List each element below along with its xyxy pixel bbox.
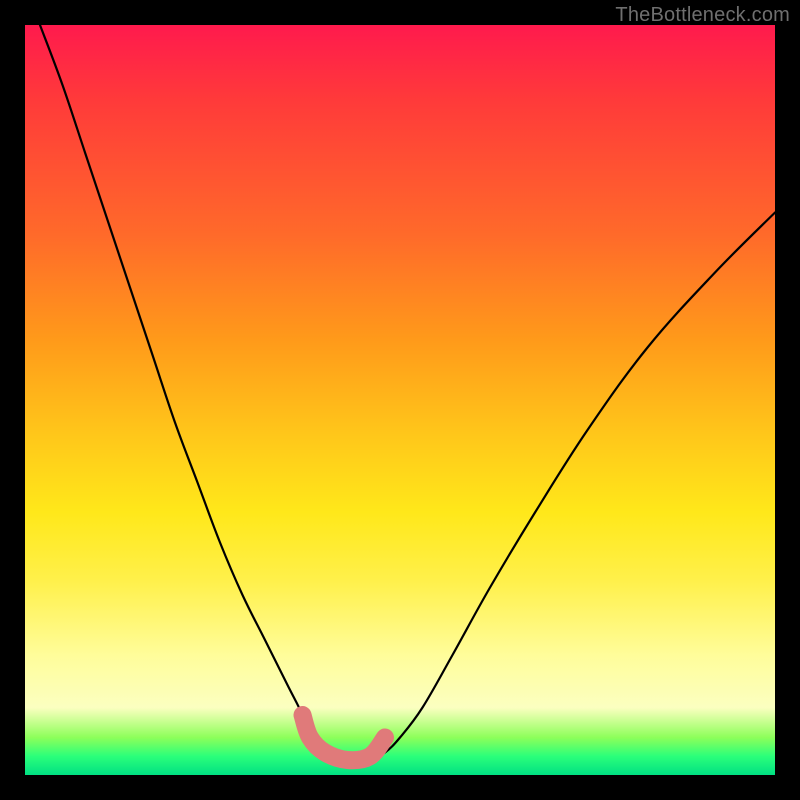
curve-svg [25, 25, 775, 775]
valley-marker [303, 715, 386, 760]
watermark-text: TheBottleneck.com [615, 4, 790, 27]
plot-area [25, 25, 775, 775]
chart-frame: TheBottleneck.com [0, 0, 800, 800]
bottleneck-curve [40, 25, 775, 761]
